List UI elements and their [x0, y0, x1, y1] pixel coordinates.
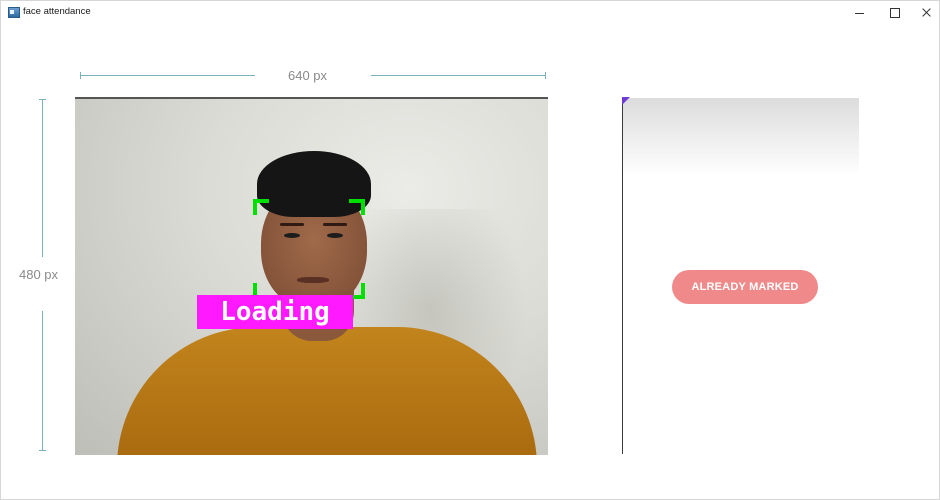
- width-dimension-line-left: [80, 75, 255, 76]
- camera-feed: Loading: [75, 97, 548, 455]
- height-dimension-line-top: [42, 99, 43, 257]
- loading-label: Loading: [197, 295, 353, 329]
- app-icon: [8, 7, 20, 18]
- width-dimension-line-right: [371, 75, 545, 76]
- height-dimension-line-bottom: [42, 311, 43, 451]
- width-dimension-tick-right: [545, 72, 546, 79]
- mouth: [297, 277, 329, 283]
- width-dimension-label: 640 px: [288, 68, 328, 83]
- left-eye: [284, 233, 300, 238]
- already-marked-button[interactable]: ALREADY MARKED: [672, 270, 818, 304]
- face-box-corner-top-right: [349, 199, 365, 215]
- face-box-corner-top-left: [253, 199, 269, 215]
- panel-corner-accent: [622, 97, 630, 105]
- right-eyebrow: [323, 223, 347, 226]
- app-window: face attendance 640 px 480 px Loading AL…: [0, 0, 940, 500]
- title-bar: face attendance: [1, 1, 939, 24]
- height-dimension-label: 480 px: [19, 267, 59, 282]
- close-icon[interactable]: [905, 1, 939, 24]
- right-eye: [327, 233, 343, 238]
- window-title: face attendance: [23, 6, 91, 17]
- left-eyebrow: [280, 223, 304, 226]
- status-panel: ALREADY MARKED: [622, 97, 859, 454]
- minimize-icon[interactable]: [843, 1, 877, 24]
- height-dimension-tick-bottom: [39, 450, 46, 451]
